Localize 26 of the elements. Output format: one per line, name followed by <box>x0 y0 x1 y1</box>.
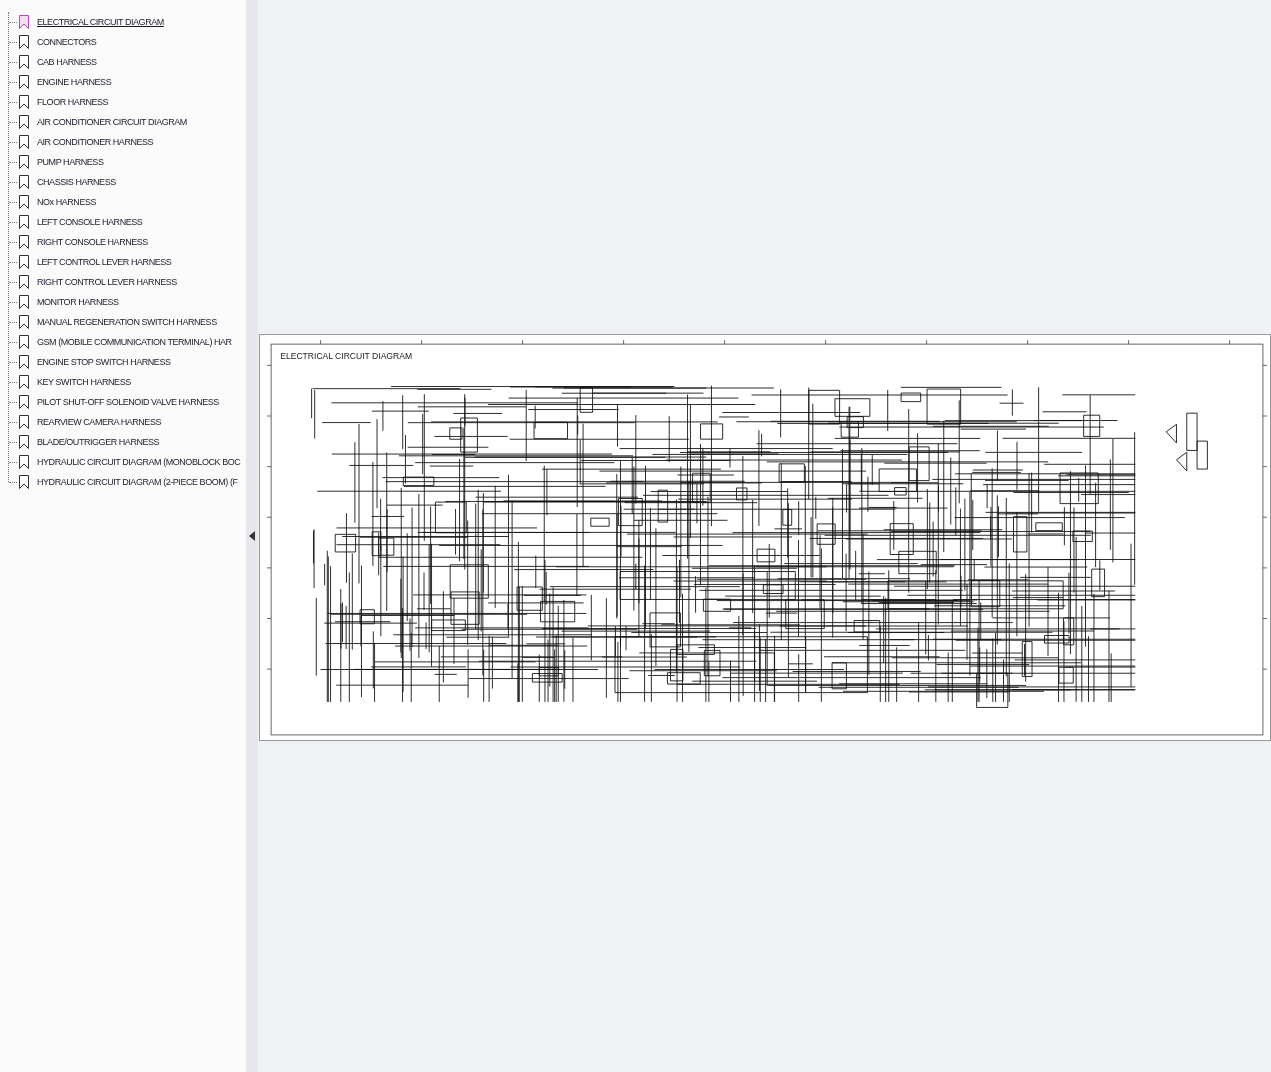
bookmark-link[interactable]: MONITOR HARNESS <box>37 297 119 307</box>
bookmark-link[interactable]: MANUAL REGENERATION SWITCH HARNESS <box>37 317 217 327</box>
bookmark-link[interactable]: FLOOR HARNESS <box>37 97 109 107</box>
bookmark-link[interactable]: LEFT CONTROL LEVER HARNESS <box>37 257 172 267</box>
bookmark-link[interactable]: AIR CONDITIONER HARNESS <box>37 137 154 147</box>
collapse-icon[interactable] <box>249 531 255 541</box>
bookmark-link[interactable]: LEFT CONSOLE HARNESS <box>37 217 143 227</box>
bookmark-link[interactable]: CAB HARNESS <box>37 57 97 67</box>
bookmark-link[interactable]: AIR CONDITIONER CIRCUIT DIAGRAM <box>37 117 187 127</box>
bookmark-link[interactable]: GSM (MOBILE COMMUNICATION TERMINAL) HAR <box>37 337 232 347</box>
bookmark-link[interactable]: NOx HARNESS <box>37 197 97 207</box>
bookmark-link[interactable]: CONNECTORS <box>37 37 97 47</box>
bookmark-link[interactable]: REARVIEW CAMERA HARNESS <box>37 417 161 427</box>
bookmark-link[interactable]: PUMP HARNESS <box>37 157 104 167</box>
diagram-title: ELECTRICAL CIRCUIT DIAGRAM <box>280 351 413 362</box>
bookmark-link[interactable]: ENGINE STOP SWITCH HARNESS <box>37 357 171 367</box>
bookmark-link[interactable]: RIGHT CONTROL LEVER HARNESS <box>37 277 177 287</box>
bookmark-link[interactable]: BLADE/OUTRIGGER HARNESS <box>37 437 160 447</box>
bookmark-link[interactable]: KEY SWITCH HARNESS <box>37 377 131 387</box>
bookmark-link[interactable]: HYDRAULIC CIRCUIT DIAGRAM (2-PIECE BOOM) (F <box>37 477 238 487</box>
bookmark-link[interactable]: ENGINE HARNESS <box>37 77 112 87</box>
bookmark-link[interactable]: CHASSIS HARNESS <box>37 177 116 187</box>
bookmark-link[interactable]: HYDRAULIC CIRCUIT DIAGRAM (MONOBLOCK BOC <box>37 457 241 467</box>
bookmark-link[interactable]: RIGHT CONSOLE HARNESS <box>37 237 148 247</box>
bookmark-link[interactable]: PILOT SHUT-OFF SOLENOID VALVE HARNESS <box>37 397 219 407</box>
bookmark-link[interactable]: ELECTRICAL CIRCUIT DIAGRAM <box>37 17 164 27</box>
